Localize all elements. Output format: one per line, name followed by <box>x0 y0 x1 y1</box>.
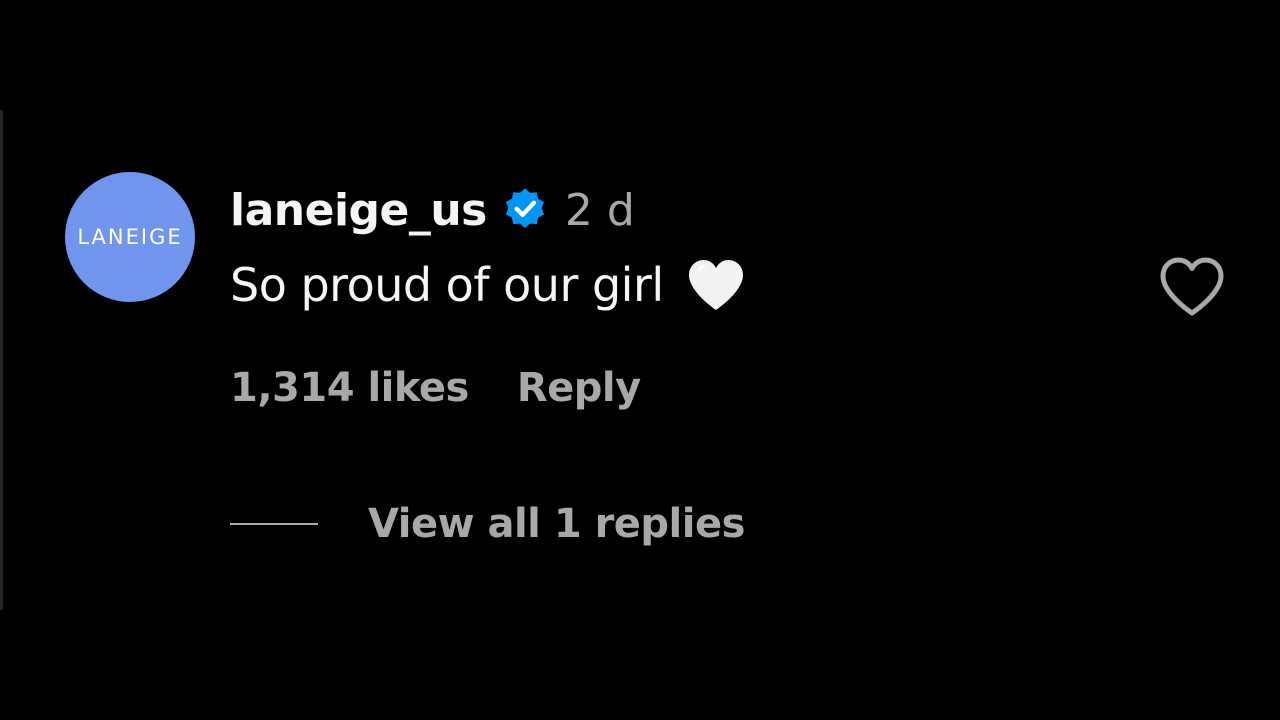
avatar[interactable]: LANEIGE <box>65 172 195 302</box>
replies-divider-line <box>230 523 318 525</box>
white-heart-emoji-icon <box>688 260 743 310</box>
view-replies-label: View all 1 replies <box>368 501 745 547</box>
comment-text: So proud of our girl <box>230 258 664 312</box>
comment-header: laneige_us 2 d <box>230 180 635 240</box>
verified-badge-icon <box>505 188 544 228</box>
left-divider <box>0 110 3 610</box>
username-link[interactable]: laneige_us <box>230 185 487 236</box>
view-replies-button[interactable]: View all 1 replies <box>230 494 745 554</box>
timestamp: 2 d <box>564 184 635 236</box>
like-heart-icon[interactable] <box>1158 256 1226 318</box>
comment-body: So proud of our girl <box>230 252 746 318</box>
reply-button[interactable]: Reply <box>517 365 641 411</box>
likes-count[interactable]: 1,314 likes <box>230 365 469 411</box>
avatar-logo-text: LANEIGE <box>77 225 183 249</box>
comment-meta: 1,314 likes Reply <box>230 358 641 418</box>
